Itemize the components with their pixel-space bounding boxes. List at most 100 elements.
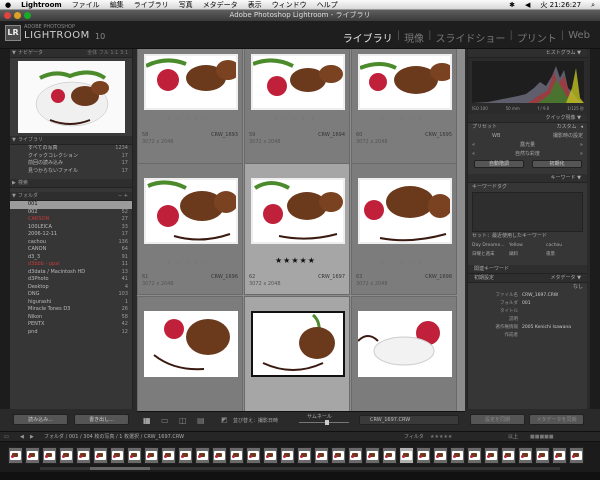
clarity-decrease-icon[interactable]: « [472, 150, 475, 159]
keyword-chip[interactable]: 夜景 [546, 251, 583, 257]
folder-item[interactable]: DNG 103 [10, 291, 132, 299]
folder-item[interactable]: pnd 12 [10, 329, 132, 337]
keyword-chip[interactable]: cachou [546, 243, 583, 248]
filmstrip-thumbnail[interactable] [93, 447, 108, 464]
thumbnail[interactable] [358, 178, 452, 244]
import-button[interactable]: 読み込み... [13, 414, 68, 425]
keyword-set-select[interactable]: セット：最近使用したキーワード [472, 232, 547, 241]
filmstrip-thumbnail[interactable] [314, 447, 329, 464]
grid-cell-selected[interactable]: ★★★★★ 62 CRW_1697 3072 x 2048 [244, 163, 350, 295]
menu-library[interactable]: ライブラリ [129, 0, 174, 10]
filename-field[interactable]: CRW_1697.CRW [359, 415, 459, 425]
filmstrip-thumbnail[interactable] [229, 447, 244, 464]
grid-cell[interactable] [244, 296, 350, 411]
zoom-fit[interactable]: 全体 [87, 50, 97, 56]
filmstrip-thumbnail[interactable] [365, 447, 380, 464]
filmstrip-thumbnail[interactable] [348, 447, 363, 464]
grid-cell[interactable]: · · · · · 63 CRW_1698 3072 x 2048 [351, 163, 457, 295]
library-item[interactable]: 見つからないファイル 17 [10, 168, 132, 176]
filmstrip-thumbnail[interactable] [178, 447, 193, 464]
auto-tone-button[interactable]: 自動階調 [474, 159, 524, 168]
sort-select[interactable]: 並び替え：撮影日時 [233, 417, 278, 424]
sync-settings-button[interactable]: 設定を同期 [470, 414, 525, 425]
thumbnail[interactable] [358, 311, 452, 377]
navigator-preview[interactable] [10, 58, 132, 136]
menu-photo[interactable]: 写真 [174, 0, 198, 10]
filmstrip-thumbnail[interactable] [450, 447, 465, 464]
filmstrip-thumbnail[interactable] [416, 447, 431, 464]
filmstrip-thumbnail[interactable] [144, 447, 159, 464]
filmstrip-thumbnail[interactable] [25, 447, 40, 464]
metadata-field-value[interactable]: 2005 Kenichi Isawana [522, 324, 571, 332]
thumbnail[interactable] [358, 54, 452, 110]
filmstrip-thumbnail[interactable] [569, 447, 584, 464]
filmstrip-thumbnail[interactable] [110, 447, 125, 464]
filmstrip-thumbnail[interactable] [76, 447, 91, 464]
thumbnail[interactable] [251, 178, 345, 244]
expand-icon[interactable]: ◂ [580, 123, 583, 132]
grid-cell[interactable] [351, 296, 457, 411]
module-library[interactable]: ライブラリ [339, 30, 397, 45]
keyword-chip[interactable]: 鍋料 [509, 251, 546, 257]
navigator-header[interactable]: ▼ ナビゲータ 全体 フル 1:1 3:1 [10, 49, 132, 58]
module-print[interactable]: プリント [513, 30, 561, 45]
filmstrip-thumbnail[interactable] [501, 447, 516, 464]
thumbnail[interactable] [251, 54, 345, 110]
volume-icon[interactable]: ◀ [520, 0, 535, 10]
keyword-chip[interactable]: Day Dreame... [472, 243, 509, 248]
wb-select[interactable]: 撮影時の設定 [553, 132, 583, 141]
histogram-header[interactable]: ヒストグラム ▼ [468, 49, 587, 58]
keywords-header[interactable]: キーワード ▼ [468, 174, 587, 183]
menu-view[interactable]: 表示 [243, 0, 267, 10]
thumbnail[interactable] [251, 311, 345, 377]
bluetooth-icon[interactable]: ✱ [504, 0, 520, 10]
filmstrip-thumbnail[interactable] [59, 447, 74, 464]
thumbnail[interactable] [144, 54, 238, 110]
related-keywords-header[interactable]: 関連キーワード [468, 265, 587, 274]
folder-item[interactable]: 100LEICA 33 [10, 224, 132, 232]
folder-item[interactable]: 2006-12-11 17 [10, 231, 132, 239]
filmstrip-thumbnail[interactable] [263, 447, 278, 464]
folder-item[interactable]: d3data / Macintosh HD 13 [10, 269, 132, 277]
navigator-zoom-modes[interactable]: 全体 フル 1:1 3:1 [87, 49, 128, 58]
metadata-preset-select[interactable]: なし [573, 283, 583, 292]
menu-window[interactable]: ウィンドウ [267, 0, 312, 10]
menu-edit[interactable]: 編集 [105, 0, 129, 10]
filmstrip-thumbnail[interactable] [552, 447, 567, 464]
grid-view-icon[interactable]: ▦ [143, 416, 151, 425]
painter-icon[interactable]: ◩ [221, 416, 228, 424]
filmstrip-thumbnail[interactable] [484, 447, 499, 464]
filmstrip-thumbnail[interactable] [127, 447, 142, 464]
quick-develop-header[interactable]: クイック現像 ▼ [468, 114, 587, 123]
reset-button[interactable]: 初期化 [532, 159, 582, 168]
zoom-3-1[interactable]: 3:1 [120, 50, 128, 56]
filmstrip-thumbnail[interactable] [246, 447, 261, 464]
filmstrip-thumbnail[interactable] [382, 447, 397, 464]
folder-item[interactable]: higurashi 1 [10, 299, 132, 307]
right-panel-toggle[interactable] [590, 49, 600, 409]
minimize-window-icon[interactable] [14, 12, 21, 19]
clock[interactable]: 火 21:26:27 [535, 0, 586, 10]
filmstrip-thumbnail[interactable] [8, 447, 23, 464]
collapse-triangle-icon[interactable]: ▼ [12, 49, 16, 58]
filmstrip-thumbnail[interactable] [518, 447, 533, 464]
search-header[interactable]: ▶ 検索 [10, 179, 132, 188]
tone-increase-icon[interactable]: » [580, 141, 583, 150]
thumbnail-size-slider[interactable] [299, 422, 349, 423]
folder-item[interactable]: cachou 136 [10, 239, 132, 247]
left-panel-toggle[interactable] [0, 49, 10, 409]
zoom-1-1[interactable]: 1:1 [110, 50, 118, 56]
spotlight-icon[interactable]: ⌕ [586, 0, 600, 10]
folder-item[interactable]: 002 52 [10, 209, 132, 217]
filmstrip-thumbnail[interactable] [535, 447, 550, 464]
folder-item[interactable]: PENTX 42 [10, 321, 132, 329]
folder-item[interactable]: d3Photo 41 [10, 276, 132, 284]
menu-help[interactable]: ヘルプ [312, 0, 343, 10]
filmstrip-thumbnail[interactable] [280, 447, 295, 464]
folder-item[interactable]: d3bbb - ppai 11 [10, 261, 132, 269]
folder-item[interactable]: Desktop 4 [10, 284, 132, 292]
keyword-chip[interactable]: Yellow [509, 243, 546, 248]
keyword-tag-field[interactable] [472, 192, 583, 232]
folder-item[interactable]: 001 304 [10, 201, 132, 209]
folder-item[interactable]: CARSON 27 [10, 216, 132, 224]
